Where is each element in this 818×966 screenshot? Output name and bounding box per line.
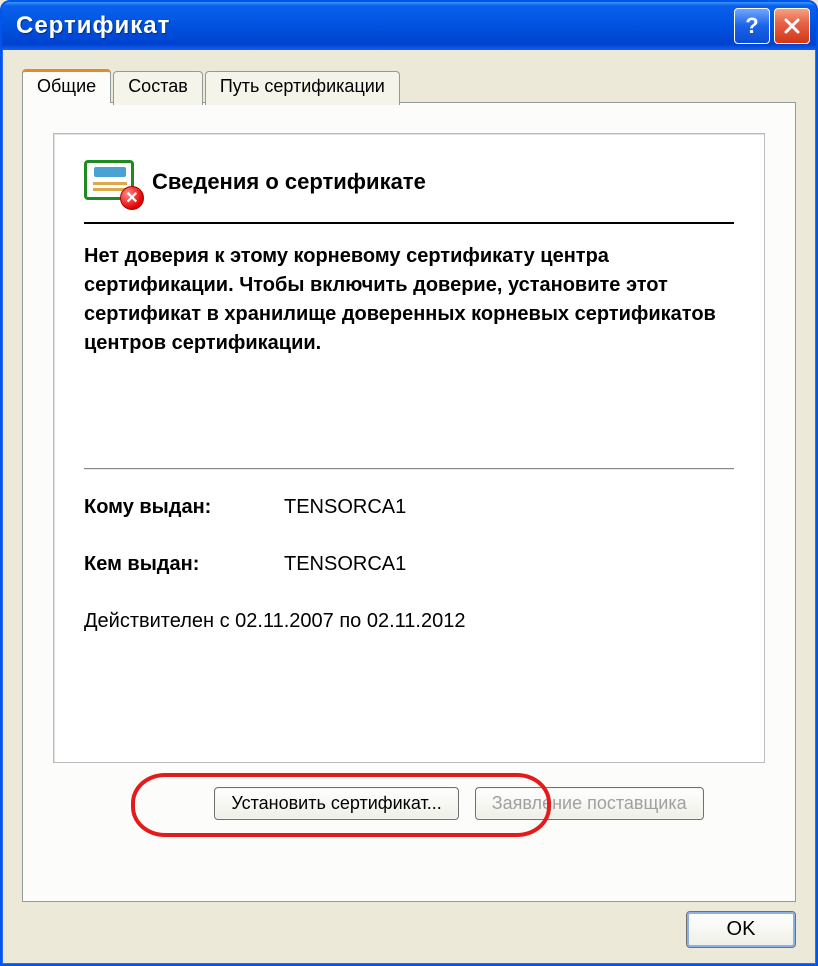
- certificate-error-icon: ✕: [84, 160, 138, 204]
- tab-cert-path[interactable]: Путь сертификации: [205, 71, 400, 105]
- certificate-heading: Сведения о сертификате: [152, 169, 426, 195]
- close-icon: [782, 16, 802, 36]
- issued-to-label: Кому выдан:: [84, 496, 284, 519]
- action-button-row: Установить сертификат... Заявление поста…: [53, 787, 765, 820]
- tab-composition[interactable]: Состав: [113, 71, 203, 105]
- ok-button-label: OK: [727, 918, 756, 940]
- certificate-description: Нет доверия к этому корневому сертификат…: [84, 242, 734, 358]
- error-badge-icon: ✕: [120, 186, 144, 210]
- divider-middle: [84, 468, 734, 470]
- tab-cert-path-label: Путь сертификации: [220, 76, 385, 96]
- tab-panel-general: ✕ Сведения о сертификате Нет доверия к э…: [22, 102, 796, 902]
- issuer-statement-label: Заявление поставщика: [492, 793, 687, 813]
- issued-to-value: TENSORCA1: [284, 496, 406, 519]
- window-title: Сертификат: [16, 12, 734, 40]
- client-area: Общие Состав Путь сертификации ✕ Сведени…: [4, 50, 814, 962]
- divider-top: [84, 222, 734, 224]
- help-button[interactable]: ?: [734, 8, 770, 44]
- dialog-ok-row: OK: [686, 911, 796, 948]
- titlebar[interactable]: Сертификат ?: [2, 2, 816, 50]
- certificate-dialog: Сертификат ? Общие Состав Путь сертифика…: [0, 0, 818, 966]
- validity-text: Действителен с 02.11.2007 по 02.11.2012: [84, 610, 734, 633]
- issued-by-value: TENSORCA1: [284, 553, 406, 576]
- close-button[interactable]: [774, 8, 810, 44]
- titlebar-buttons: ?: [734, 8, 810, 44]
- issued-to-row: Кому выдан: TENSORCA1: [84, 496, 734, 519]
- install-button-label: Установить сертификат...: [231, 793, 441, 813]
- certificate-info-card: ✕ Сведения о сертификате Нет доверия к э…: [53, 133, 765, 763]
- issuer-statement-button: Заявление поставщика: [475, 787, 704, 820]
- install-certificate-button[interactable]: Установить сертификат...: [214, 787, 458, 820]
- help-icon: ?: [745, 13, 758, 39]
- certificate-header: ✕ Сведения о сертификате: [84, 160, 734, 204]
- tab-composition-label: Состав: [128, 76, 188, 96]
- issued-by-label: Кем выдан:: [84, 553, 284, 576]
- tab-general[interactable]: Общие: [22, 69, 111, 103]
- issued-by-row: Кем выдан: TENSORCA1: [84, 553, 734, 576]
- ok-button[interactable]: OK: [686, 911, 796, 948]
- tab-general-label: Общие: [37, 76, 96, 96]
- tabstrip: Общие Состав Путь сертификации: [22, 68, 796, 102]
